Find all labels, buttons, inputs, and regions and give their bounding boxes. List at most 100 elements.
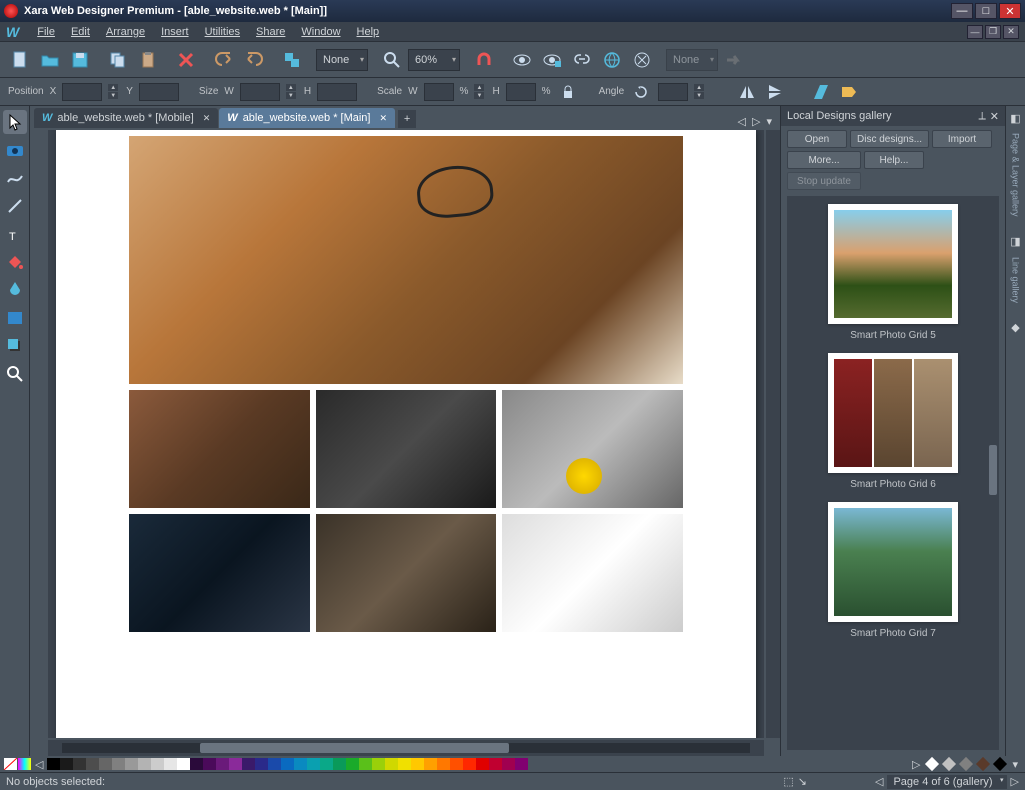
mdi-minimize-button[interactable]: — — [967, 25, 983, 39]
page-layer-gallery-tab[interactable]: Page & Layer gallery — [1011, 133, 1021, 217]
rotate-icon[interactable] — [630, 81, 652, 103]
page-next-button[interactable]: ▷ — [1011, 775, 1019, 788]
angle-field[interactable] — [658, 83, 688, 101]
color-swatch[interactable] — [47, 758, 60, 770]
lock-aspect-button[interactable] — [557, 81, 579, 103]
canvas[interactable] — [30, 128, 780, 756]
group-button[interactable] — [278, 46, 306, 74]
color-swatch[interactable] — [164, 758, 177, 770]
menu-edit[interactable]: Edit — [63, 23, 98, 41]
pos-y-field[interactable] — [139, 83, 179, 101]
panel-toggle-icon[interactable]: ◨ — [1008, 234, 1024, 250]
pin-icon[interactable]: ⟂ — [978, 110, 985, 123]
color-swatch[interactable] — [138, 758, 151, 770]
page-selector[interactable]: Page 4 of 6 (gallery) — [887, 775, 1006, 789]
color-swatch[interactable] — [177, 758, 190, 770]
color-swatch[interactable] — [993, 756, 1007, 770]
nav-go-button[interactable] — [720, 46, 748, 74]
fill-tool[interactable] — [3, 250, 27, 274]
size-w-field[interactable] — [240, 83, 280, 101]
menu-utilities[interactable]: Utilities — [197, 23, 248, 41]
swatch-prev[interactable]: ◁ — [32, 758, 46, 771]
copy-button[interactable] — [104, 46, 132, 74]
size-spinner[interactable]: ▲▼ — [286, 83, 298, 101]
gallery-item[interactable]: Smart Photo Grid 5 — [814, 204, 972, 341]
color-swatch[interactable] — [437, 758, 450, 770]
color-swatch[interactable] — [359, 758, 372, 770]
menu-insert[interactable]: Insert — [153, 23, 197, 41]
zoom-dropdown[interactable]: 60% — [408, 49, 460, 71]
layer-dropdown[interactable]: None — [316, 49, 368, 71]
straight-line-tool[interactable] — [3, 194, 27, 218]
preview-button[interactable] — [508, 46, 536, 74]
color-swatch[interactable] — [151, 758, 164, 770]
gallery-scrollbar[interactable] — [989, 445, 997, 495]
gallery-open-button[interactable]: Open — [787, 130, 847, 148]
color-swatch[interactable] — [925, 756, 939, 770]
freehand-tool[interactable] — [3, 166, 27, 190]
flip-h-button[interactable] — [736, 81, 758, 103]
color-swatch[interactable] — [959, 756, 973, 770]
snap-button[interactable] — [470, 46, 498, 74]
paste-button[interactable] — [134, 46, 162, 74]
mdi-restore-button[interactable]: ❐ — [985, 25, 1001, 39]
panel-toggle-icon[interactable]: ◆ — [1008, 320, 1024, 336]
color-swatch[interactable] — [307, 758, 320, 770]
scale-h-field[interactable] — [506, 83, 536, 101]
current-fill-swatch[interactable] — [18, 758, 31, 770]
angle-spinner[interactable]: ▲▼ — [694, 83, 706, 101]
color-swatch[interactable] — [424, 758, 437, 770]
menu-share[interactable]: Share — [248, 23, 293, 41]
close-button[interactable]: ✕ — [999, 3, 1021, 19]
tab-menu-button[interactable]: ▾ — [764, 115, 774, 128]
menu-arrange[interactable]: Arrange — [98, 23, 153, 41]
names-button[interactable] — [838, 81, 860, 103]
photo-thumb[interactable] — [502, 390, 683, 508]
color-swatch[interactable] — [942, 756, 956, 770]
photo-tool[interactable] — [3, 138, 27, 162]
color-swatch[interactable] — [346, 758, 359, 770]
color-swatch[interactable] — [385, 758, 398, 770]
scale-w-field[interactable] — [424, 83, 454, 101]
color-swatch[interactable] — [268, 758, 281, 770]
zoom-tool-icon[interactable] — [378, 46, 406, 74]
new-button[interactable] — [6, 46, 34, 74]
color-menu-button[interactable]: ▾ — [1009, 758, 1021, 771]
transparency-tool[interactable] — [3, 278, 27, 302]
gallery-header[interactable]: Local Designs gallery ⟂✕ — [781, 106, 1005, 126]
preview-page-button[interactable] — [538, 46, 566, 74]
pos-spinner[interactable]: ▲▼ — [108, 83, 120, 101]
tab-nav-prev[interactable]: ◁ — [736, 115, 748, 128]
color-swatch[interactable] — [73, 758, 86, 770]
gallery-import-button[interactable]: Import — [932, 130, 992, 148]
gallery-item[interactable]: Smart Photo Grid 7 — [814, 502, 972, 639]
photo-hero[interactable] — [129, 136, 683, 384]
color-swatch[interactable] — [112, 758, 125, 770]
color-swatch[interactable] — [216, 758, 229, 770]
menu-help[interactable]: Help — [349, 23, 388, 41]
gallery-disc-button[interactable]: Disc designs... — [850, 130, 929, 148]
menu-window[interactable]: Window — [293, 23, 348, 41]
vertical-scrollbar[interactable] — [766, 130, 780, 738]
gallery-more-button[interactable]: More... — [787, 151, 861, 169]
color-swatch[interactable] — [515, 758, 528, 770]
gallery-item[interactable]: Smart Photo Grid 6 — [814, 353, 972, 490]
color-swatch[interactable] — [976, 756, 990, 770]
color-swatch[interactable] — [333, 758, 346, 770]
status-icon[interactable]: ⬚ — [783, 775, 793, 788]
color-swatch[interactable] — [398, 758, 411, 770]
save-button[interactable] — [66, 46, 94, 74]
color-swatch[interactable] — [281, 758, 294, 770]
color-swatch[interactable] — [502, 758, 515, 770]
link-button[interactable] — [568, 46, 596, 74]
minimize-button[interactable]: — — [951, 3, 973, 19]
color-swatch[interactable] — [411, 758, 424, 770]
selector-tool[interactable] — [3, 110, 27, 134]
photo-thumb[interactable] — [502, 514, 683, 632]
redo-button[interactable] — [240, 46, 268, 74]
skew-button[interactable] — [810, 81, 832, 103]
color-swatch[interactable] — [372, 758, 385, 770]
line-gallery-tab[interactable]: Line gallery — [1011, 257, 1021, 303]
color-swatch[interactable] — [60, 758, 73, 770]
color-swatch[interactable] — [203, 758, 216, 770]
